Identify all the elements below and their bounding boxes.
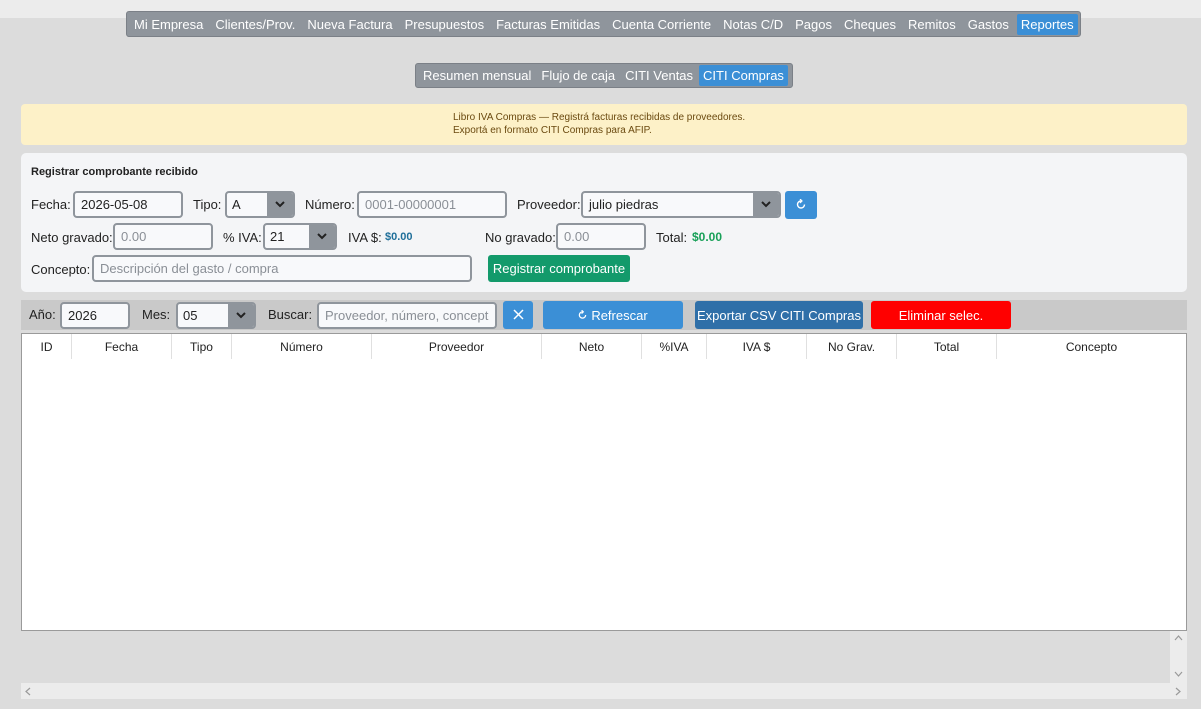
iva-pct-select[interactable]: 21 (263, 223, 337, 250)
nav-remitos[interactable]: Remitos (904, 14, 960, 35)
fecha-value: 2026-05-08 (81, 197, 148, 212)
fecha-field[interactable]: 2026-05-08 (73, 191, 183, 218)
tab-citi-ventas[interactable]: CITI Ventas (621, 65, 697, 86)
info-banner-line1: Libro IVA Compras — Registrá facturas re… (453, 112, 746, 123)
eliminar-seleccion-button[interactable]: Eliminar selec. (871, 301, 1011, 329)
chevron-down-icon (267, 193, 293, 216)
col-iva-amount[interactable]: IVA $ (707, 334, 807, 359)
comprobantes-table: ID Fecha Tipo Número Proveedor Neto %IVA… (21, 333, 1187, 631)
buscar-label: Buscar: (268, 307, 313, 322)
col-concepto[interactable]: Concepto (997, 334, 1186, 359)
total-label: Total: (656, 230, 688, 245)
col-id[interactable]: ID (22, 334, 72, 359)
chevron-up-icon[interactable] (1174, 633, 1183, 644)
tab-resumen-mensual[interactable]: Resumen mensual (419, 65, 535, 86)
neto-input[interactable] (121, 229, 205, 244)
chevron-down-icon[interactable] (1174, 669, 1183, 680)
concepto-input[interactable] (100, 261, 464, 276)
buscar-field[interactable] (317, 302, 497, 329)
col-proveedor[interactable]: Proveedor (372, 334, 542, 359)
nav-reportes[interactable]: Reportes (1016, 13, 1078, 35)
mes-value: 05 (183, 308, 198, 323)
col-numero[interactable]: Número (232, 334, 372, 359)
refresh-icon (796, 198, 806, 213)
tipo-label: Tipo: (193, 197, 222, 212)
nav-notas-cd[interactable]: Notas C/D (719, 14, 787, 35)
refresh-icon (578, 310, 587, 320)
neto-field[interactable] (113, 223, 213, 250)
numero-field[interactable] (357, 191, 507, 218)
buscar-input[interactable] (325, 308, 489, 323)
nav-nueva-factura[interactable]: Nueva Factura (303, 14, 396, 35)
chevron-down-icon (753, 193, 779, 216)
iva-amount-label: IVA $: (348, 230, 382, 245)
registrar-comprobante-button[interactable]: Registrar comprobante (488, 255, 630, 282)
col-total[interactable]: Total (897, 334, 997, 359)
no-gravado-field[interactable] (556, 223, 646, 250)
proveedor-select[interactable]: julio piedras (581, 191, 781, 218)
concepto-field[interactable] (92, 255, 472, 282)
filter-bar: Año: 2026 Mes: 05 Buscar: Refrescar Expo… (21, 300, 1187, 330)
proveedor-label: Proveedor: (517, 197, 581, 212)
col-tipo[interactable]: Tipo (172, 334, 232, 359)
clear-search-button[interactable] (503, 301, 533, 329)
form-title: Registrar comprobante recibido (31, 166, 198, 178)
exportar-csv-button[interactable]: Exportar CSV CITI Compras (695, 301, 863, 329)
anio-label: Año: (29, 307, 56, 322)
fecha-label: Fecha: (31, 197, 71, 212)
nav-cuenta-corriente[interactable]: Cuenta Corriente (608, 14, 715, 35)
tipo-select[interactable]: A (225, 191, 295, 218)
anio-value: 2026 (68, 308, 97, 323)
col-neto[interactable]: Neto (542, 334, 642, 359)
numero-input[interactable] (365, 197, 499, 212)
chevron-right-icon[interactable] (1175, 687, 1181, 699)
refrescar-button[interactable]: Refrescar (543, 301, 683, 329)
info-banner: Libro IVA Compras — Registrá facturas re… (21, 104, 1187, 145)
chevron-down-icon (309, 225, 335, 248)
register-form: Registrar comprobante recibido Fecha: 20… (21, 153, 1187, 292)
nav-presupuestos[interactable]: Presupuestos (401, 14, 489, 35)
vertical-scrollbar[interactable] (1170, 631, 1187, 683)
horizontal-scrollbar[interactable] (21, 683, 1187, 699)
neto-label: Neto gravado: (31, 230, 113, 245)
col-pct-iva[interactable]: %IVA (642, 334, 707, 359)
iva-pct-label: % IVA: (223, 230, 262, 245)
refrescar-label: Refrescar (591, 307, 648, 323)
numero-label: Número: (305, 197, 355, 212)
col-no-grav[interactable]: No Grav. (807, 334, 897, 359)
nav-facturas-emitidas[interactable]: Facturas Emitidas (492, 14, 604, 35)
anio-field[interactable]: 2026 (60, 302, 130, 329)
sub-nav: Resumen mensual Flujo de caja CITI Venta… (415, 63, 793, 88)
mes-label: Mes: (142, 307, 171, 322)
main-nav: Mi Empresa Clientes/Prov. Nueva Factura … (126, 11, 1081, 37)
concepto-label: Concepto: (31, 262, 91, 277)
no-gravado-label: No gravado: (485, 230, 556, 245)
mes-select[interactable]: 05 (176, 302, 256, 329)
info-banner-line2: Exportá en formato CITI Compras para AFI… (453, 125, 652, 136)
nav-gastos[interactable]: Gastos (964, 14, 1013, 35)
tab-flujo-de-caja[interactable]: Flujo de caja (537, 65, 619, 86)
no-gravado-input[interactable] (564, 229, 638, 244)
nav-clientes-prov[interactable]: Clientes/Prov. (211, 14, 299, 35)
proveedor-value: julio piedras (589, 197, 659, 212)
nav-pagos[interactable]: Pagos (791, 14, 836, 35)
iva-amount-value: $0.00 (385, 231, 413, 243)
nav-mi-empresa[interactable]: Mi Empresa (130, 14, 207, 35)
col-fecha[interactable]: Fecha (72, 334, 172, 359)
refresh-proveedores-button[interactable] (785, 191, 817, 219)
tipo-value: A (232, 197, 241, 212)
iva-pct-value: 21 (270, 229, 285, 244)
total-value: $0.00 (692, 230, 723, 244)
chevron-left-icon[interactable] (25, 687, 31, 699)
tab-citi-compras[interactable]: CITI Compras (699, 65, 788, 86)
nav-cheques[interactable]: Cheques (840, 14, 900, 35)
table-header: ID Fecha Tipo Número Proveedor Neto %IVA… (22, 334, 1188, 359)
close-icon (512, 308, 524, 323)
chevron-down-icon (228, 304, 254, 327)
